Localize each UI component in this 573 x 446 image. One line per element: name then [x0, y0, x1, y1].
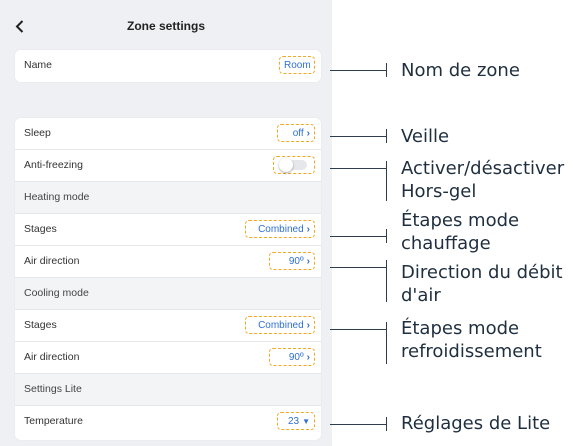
temperature-value-text: 23: [287, 416, 300, 427]
heating-section-header: Heating mode: [15, 182, 321, 214]
temperature-value[interactable]: 23 ▼: [277, 412, 315, 430]
chevron-right-icon: ›: [306, 352, 310, 363]
annotation-connector: [330, 267, 386, 268]
annotation-connector: [330, 136, 386, 137]
phone-screen: Zone settings Name Room Sleep off › Anti-…: [0, 0, 332, 446]
annotation-tick: [386, 229, 387, 243]
name-label: Name: [24, 59, 53, 71]
page-title: Zone settings: [126, 19, 205, 33]
name-row[interactable]: Name Room: [15, 50, 321, 82]
heating-stages-value-text: Combined: [258, 224, 304, 235]
annotation-connector: [330, 329, 386, 330]
heating-stages-value[interactable]: Combined ›: [245, 220, 315, 238]
annotation-antifreeze-line1: Activer/désactiver: [401, 158, 565, 179]
heating-stages-label: Stages: [24, 223, 57, 235]
annotation-antifreeze-line2: Hors-gel: [401, 181, 477, 202]
annotation-air-dir-line2: d'air: [401, 285, 441, 306]
cooling-section-label: Cooling mode: [24, 287, 89, 299]
annotation-tick: [386, 161, 387, 201]
chevron-right-icon: ›: [306, 320, 310, 331]
name-value-text: Room: [284, 60, 311, 71]
sleep-value-text: off: [292, 128, 304, 139]
chevron-down-icon: ▼: [302, 417, 310, 426]
name-card: Name Room: [15, 50, 321, 82]
antifreeze-toggle[interactable]: [273, 156, 315, 174]
annotation-tick: [386, 260, 387, 302]
heating-air-value[interactable]: 90º ›: [269, 252, 315, 270]
temperature-row[interactable]: Temperature 23 ▼: [15, 406, 321, 438]
annotation-connector: [330, 168, 386, 169]
heating-section-label: Heating mode: [24, 191, 90, 203]
toggle-knob: [279, 158, 293, 172]
annotation-tick: [386, 63, 387, 77]
sleep-value[interactable]: off ›: [277, 124, 315, 142]
sleep-label: Sleep: [24, 127, 51, 139]
chevron-right-icon: ›: [306, 256, 310, 267]
cooling-section-header: Cooling mode: [15, 278, 321, 310]
heating-air-value-text: 90º: [288, 256, 304, 267]
settings-card: Sleep off › Anti-freezing Heating mode St…: [15, 118, 321, 440]
temperature-label: Temperature: [24, 415, 83, 427]
annotation-cool-stages-line1: Étapes mode: [401, 318, 520, 339]
lite-section-label: Settings Lite: [24, 383, 82, 395]
antifreeze-label: Anti-freezing: [24, 159, 83, 171]
heating-air-row[interactable]: Air direction 90º ›: [15, 246, 321, 278]
cooling-stages-value-text: Combined: [258, 320, 304, 331]
annotation-sleep: Veille: [401, 126, 450, 147]
annotation-heat-stages-line1: Étapes mode: [401, 210, 520, 231]
annotation-connector: [330, 424, 386, 425]
heating-air-label: Air direction: [24, 255, 80, 267]
annotation-tick: [386, 322, 387, 364]
annotation-lite: Réglages de Lite: [401, 413, 551, 434]
heating-stages-row[interactable]: Stages Combined ›: [15, 214, 321, 246]
cooling-air-label: Air direction: [24, 351, 80, 363]
chevron-right-icon: ›: [306, 224, 310, 235]
cooling-air-row[interactable]: Air direction 90º ›: [15, 342, 321, 374]
annotation-zone-name: Nom de zone: [401, 60, 520, 81]
cooling-air-value-text: 90º: [288, 352, 304, 363]
sleep-row[interactable]: Sleep off ›: [15, 118, 321, 150]
annotation-air-dir-line1: Direction du débit: [401, 262, 563, 283]
annotation-heat-stages-line2: chauffage: [401, 233, 491, 254]
cooling-air-value[interactable]: 90º ›: [269, 348, 315, 366]
annotation-connector: [330, 70, 386, 71]
antifreeze-row[interactable]: Anti-freezing: [15, 150, 321, 182]
annotation-connector: [330, 236, 386, 237]
cooling-stages-label: Stages: [24, 319, 57, 331]
annotation-tick: [386, 417, 387, 431]
cooling-stages-row[interactable]: Stages Combined ›: [15, 310, 321, 342]
name-value[interactable]: Room: [279, 56, 315, 74]
cooling-stages-value[interactable]: Combined ›: [245, 316, 315, 334]
chevron-right-icon: ›: [306, 128, 310, 139]
annotation-tick: [386, 129, 387, 143]
header-bar: Zone settings: [0, 10, 332, 42]
annotation-cool-stages-line2: refroidissement: [401, 341, 542, 362]
lite-section-header: Settings Lite: [15, 374, 321, 406]
